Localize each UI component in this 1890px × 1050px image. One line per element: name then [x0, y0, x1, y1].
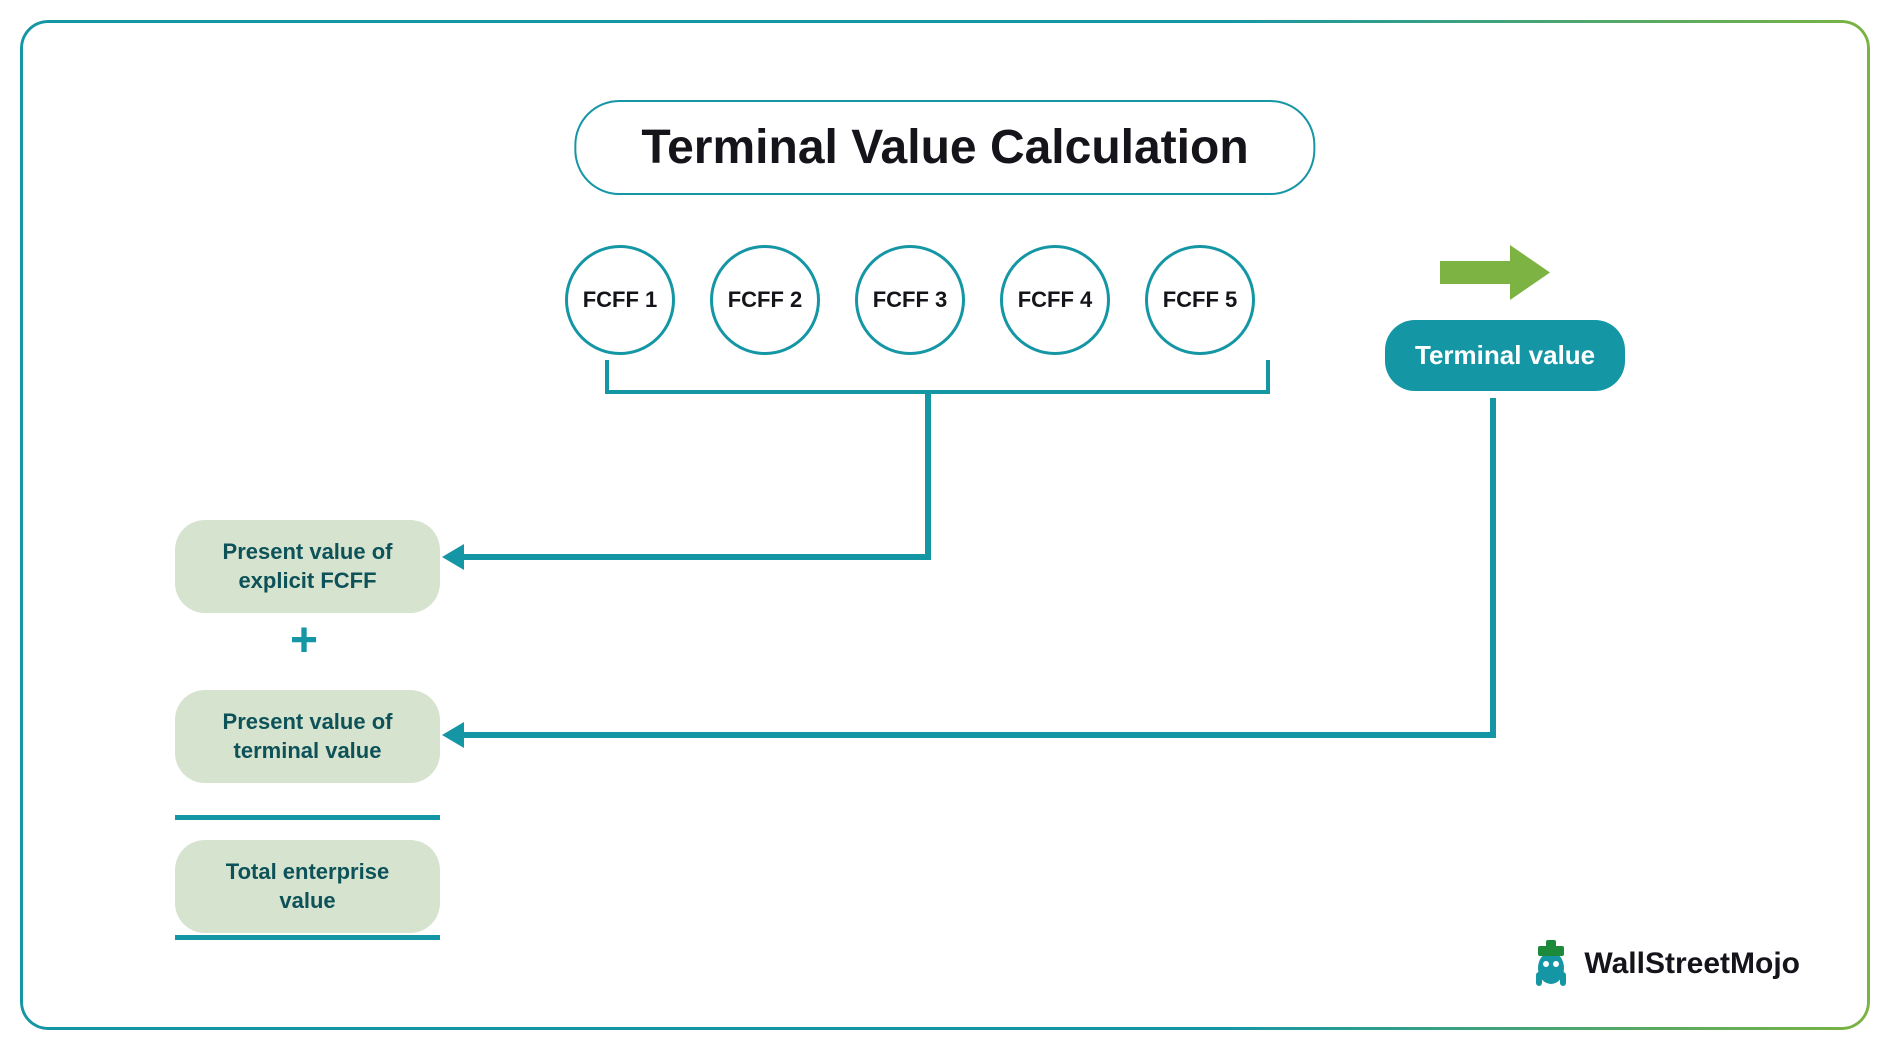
box-pv-explicit-fcff: Present value of explicit FCFF: [175, 520, 440, 613]
arrow-right-icon: [1440, 245, 1550, 305]
fcff-node-5: FCFF 5: [1145, 245, 1255, 355]
fcff-row: FCFF 1 FCFF 2 FCFF 3 FCFF 4 FCFF 5: [565, 245, 1255, 355]
fcff-node-2: FCFF 2: [710, 245, 820, 355]
connector-arm-fcff: [460, 554, 931, 560]
bracket-right-tick: [1266, 360, 1270, 394]
fcff-node-4: FCFF 4: [1000, 245, 1110, 355]
diagram-frame: Terminal Value Calculation FCFF 1 FCFF 2…: [20, 20, 1870, 1030]
arrowhead-left-icon: [442, 544, 464, 570]
connector-stem-fcff: [925, 390, 931, 560]
divider-line: [175, 935, 440, 940]
terminal-value-node: Terminal value: [1385, 320, 1625, 391]
fcff-node-3: FCFF 3: [855, 245, 965, 355]
divider-line: [175, 815, 440, 820]
diagram-title: Terminal Value Calculation: [574, 100, 1315, 195]
arrowhead-left-icon: [442, 722, 464, 748]
mojo-mascot-icon: [1528, 938, 1574, 990]
brand-logo: WallStreetMojo: [1528, 938, 1800, 990]
bracket-left-tick: [605, 360, 609, 394]
connector-stem-tv: [1490, 398, 1496, 738]
fcff-node-1: FCFF 1: [565, 245, 675, 355]
diagram-canvas: Terminal Value Calculation FCFF 1 FCFF 2…: [20, 20, 1870, 1030]
connector-arm-tv: [460, 732, 1496, 738]
box-total-enterprise-value: Total enterprise value: [175, 840, 440, 933]
bracket-horizontal: [605, 390, 1270, 394]
brand-logo-text: WallStreetMojo: [1584, 947, 1800, 981]
plus-icon: +: [290, 617, 318, 665]
box-pv-terminal-value: Present value of terminal value: [175, 690, 440, 783]
